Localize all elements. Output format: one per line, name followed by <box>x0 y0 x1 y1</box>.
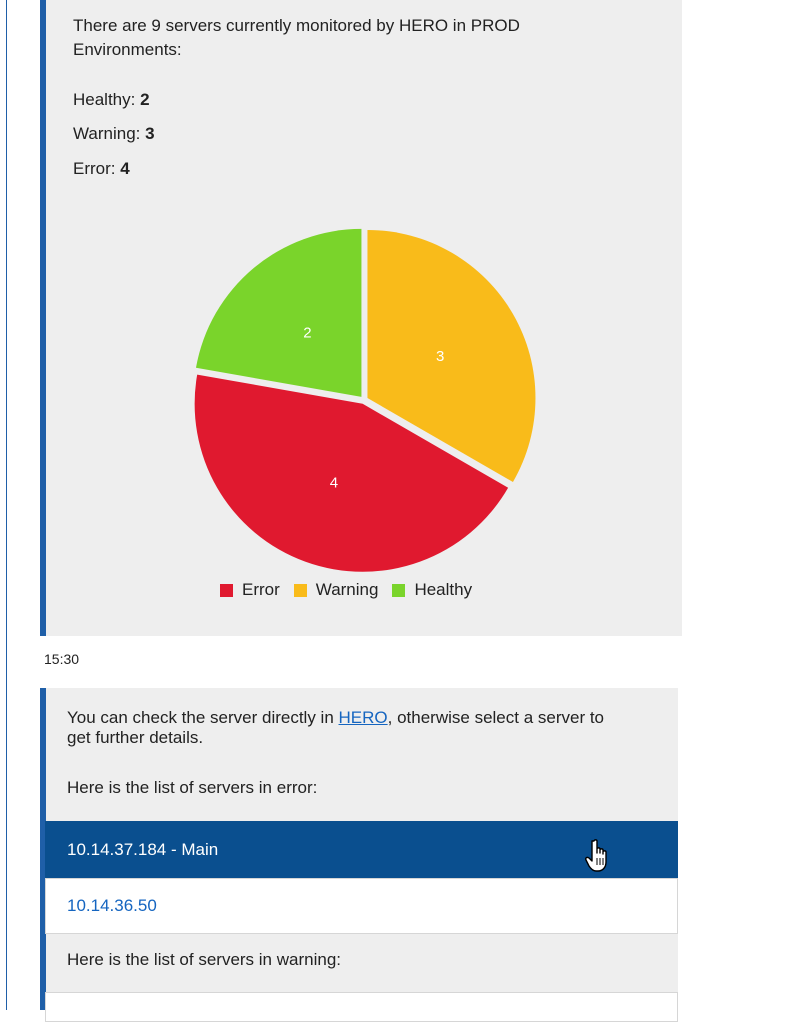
conversation-rail <box>6 0 7 1010</box>
legend-label-error: Error <box>242 580 280 599</box>
legend-swatch-warning <box>293 583 307 597</box>
server-row[interactable] <box>45 992 678 1022</box>
server-address: 10.14.37.184 - Main <box>67 839 219 859</box>
error-stat: Error: 4 <box>73 159 130 179</box>
server-status-pie-chart: 3 4 2 <box>194 228 536 572</box>
server-address: 10.14.36.50 <box>67 896 157 915</box>
pie-slice-healthy <box>195 228 362 397</box>
bot-message-summary: There are 9 servers currently monitored … <box>40 0 682 636</box>
warning-stat: Warning: 3 <box>73 124 155 144</box>
error-count: 4 <box>120 159 130 178</box>
paragraph-text-start: You can check the server directly in <box>67 708 339 727</box>
legend-swatch-healthy <box>392 583 406 597</box>
hand-pointer-icon <box>585 839 607 872</box>
legend-swatch-error <box>220 583 233 597</box>
legend-item-warning: Warning <box>293 580 379 600</box>
pie-label-warning: 3 <box>436 348 444 365</box>
legend-label-healthy: Healthy <box>414 580 473 599</box>
pie-label-healthy: 2 <box>303 325 311 342</box>
message-timestamp: 15:30 <box>44 651 80 667</box>
warning-label: Warning: <box>73 124 141 143</box>
warning-list-heading: Here is the list of servers in warning: <box>67 950 341 969</box>
warning-count: 3 <box>145 124 155 143</box>
error-list-heading: Here is the list of servers in error: <box>67 778 318 797</box>
healthy-label: Healthy: <box>73 90 136 109</box>
legend-item-error: Error <box>220 580 280 600</box>
healthy-count: 2 <box>140 90 150 109</box>
message-accent-bar <box>40 0 46 636</box>
pie-label-error: 4 <box>330 475 338 492</box>
legend-label-warning: Warning <box>315 580 379 599</box>
chart-legend: Error Warning Healthy <box>220 580 486 600</box>
server-row[interactable]: 10.14.36.50 <box>45 878 678 934</box>
legend-item-healthy: Healthy <box>392 580 472 600</box>
hero-link[interactable]: HERO <box>339 708 388 727</box>
error-label: Error: <box>73 159 116 178</box>
healthy-stat: Healthy: 2 <box>73 90 150 110</box>
summary-intro-text: There are 9 servers currently monitored … <box>73 16 520 59</box>
hero-link-paragraph: You can check the server directly in HER… <box>67 708 627 748</box>
